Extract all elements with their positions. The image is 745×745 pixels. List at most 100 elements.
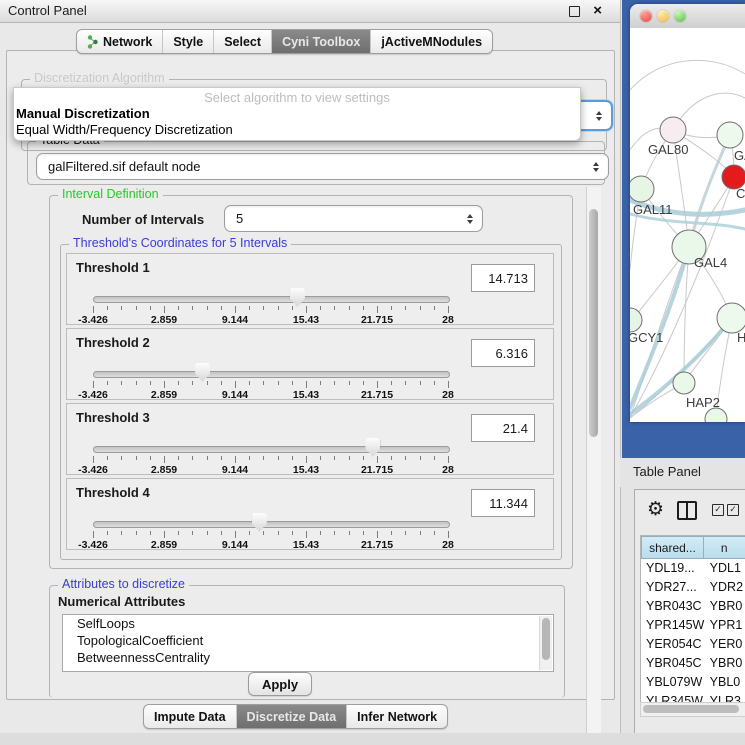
tick-mark [278,456,279,460]
split-view-icon[interactable] [677,501,697,520]
checkbox-icon[interactable]: ✓ [712,504,724,516]
tick-mark [107,381,108,385]
tick-mark [207,306,208,310]
network-node[interactable] [660,117,686,143]
tick-label: 21.715 [361,539,393,551]
dropdown-prompt-option[interactable]: Select algorithm to view settings [14,90,580,106]
slider-track[interactable] [93,521,450,528]
gear-icon[interactable]: ⚙ [647,498,664,521]
tick-mark [107,531,108,535]
network-node[interactable] [717,303,745,333]
network-canvas[interactable]: GAL80 GA C GAL11 GAL4 GCY1 H HAP2 [630,28,745,422]
tick-mark [391,531,392,535]
slider-handle[interactable] [252,513,267,532]
threshold-value-field[interactable]: 6.316 [471,339,535,367]
network-node[interactable] [630,176,654,202]
network-window-titlebar[interactable] [630,4,745,29]
tick-mark [235,306,236,313]
float-window-icon[interactable] [569,6,580,17]
threshold-slider[interactable]: -3.4262.8599.14415.4321.71528 [93,282,448,320]
tab[interactable]: Infer Network [347,705,447,728]
tab[interactable]: Discretize Data [237,705,348,728]
table-row[interactable]: YER054C YER0 [641,635,745,654]
apply-button[interactable]: Apply [248,672,312,696]
tick-label: -3.426 [78,539,108,551]
tick-mark [249,306,250,310]
close-icon[interactable]: × [593,1,602,21]
tick-mark [150,306,151,310]
tick-mark [192,306,193,310]
attributes-list[interactable]: SelfLoopsTopologicalCoefficientBetweenne… [62,614,554,672]
network-window-frame: GAL80 GA C GAL11 GAL4 GCY1 H HAP2 [630,4,745,422]
dropdown-option[interactable]: Equal Width/Frequency Discretization [14,122,580,138]
list-item[interactable]: SelfLoops [63,615,553,632]
tab[interactable]: Style [163,30,214,53]
scrollbar-thumb[interactable] [542,618,550,660]
threshold-value-field[interactable]: 21.4 [471,414,535,442]
slider-track[interactable] [93,296,450,303]
slider-track[interactable] [93,371,450,378]
tick-mark [221,381,222,385]
network-node[interactable] [630,308,642,332]
table-row[interactable]: YPR145W YPR1 [641,616,745,635]
threshold-slider[interactable]: -3.4262.8599.14415.4321.71528 [93,507,448,545]
threshold-slider[interactable]: -3.4262.8599.14415.4321.71528 [93,357,448,395]
tab[interactable]: Cyni Toolbox [272,30,371,53]
scrollbar-thumb[interactable] [589,209,598,437]
tick-label: -3.426 [78,314,108,326]
slider-ticks [93,456,448,463]
tab[interactable]: Network [77,30,163,53]
slider-handle[interactable] [290,288,305,307]
table-row[interactable]: YBR043C YBR0 [641,597,745,616]
slider-track[interactable] [93,446,450,453]
network-node[interactable] [673,372,695,394]
threshold-value-field[interactable]: 11.344 [471,489,535,517]
vertical-scrollbar[interactable] [586,187,601,745]
number-of-intervals-combobox[interactable]: 5 [224,205,483,232]
table-cell: YBR0 [707,654,745,673]
minimize-traffic-light-icon[interactable] [657,10,669,22]
tick-mark [93,531,94,538]
tick-label: 15.43 [293,539,319,551]
dropdown-option[interactable]: Manual Discretization [14,106,580,122]
tick-mark [420,381,421,385]
table-cell: YPR1 [707,616,745,635]
column-header[interactable]: n [704,536,745,559]
table-data-combobox[interactable]: galFiltered.sif default node [36,153,609,180]
scrollbar-thumb[interactable] [643,705,739,713]
threshold-value-field[interactable]: 14.713 [471,264,535,292]
list-item[interactable]: TopologicalCoefficient [63,632,553,649]
tab[interactable]: jActiveMNodules [371,30,492,53]
network-view-window[interactable]: GAL80 GA C GAL11 GAL4 GCY1 H HAP2 [622,0,745,458]
attributes-scrollbar[interactable] [539,616,552,670]
column-header[interactable]: shared... [641,536,704,559]
thresholds-group: Threshold's Coordinates for 5 Intervals … [60,244,562,560]
tab[interactable]: Impute Data [144,705,237,728]
table-row[interactable]: YDL19... YDL1 [641,559,745,578]
network-node[interactable] [705,408,727,422]
table-row[interactable]: YBL079W YBL0 [641,673,745,692]
tick-mark [249,531,250,535]
tick-mark [263,381,264,385]
tick-label: 2.859 [151,464,177,476]
table-row[interactable]: YDR27... YDR2 [641,578,745,597]
table-row[interactable]: YBR045C YBR0 [641,654,745,673]
tick-mark [292,381,293,385]
network-node[interactable] [717,122,743,148]
close-traffic-light-icon[interactable] [640,10,652,22]
tick-mark [164,381,165,388]
horizontal-scrollbar[interactable] [640,702,745,717]
threshold-slider[interactable]: -3.4262.8599.14415.4321.71528 [93,432,448,470]
checkbox-icon[interactable]: ✓ [727,504,739,516]
zoom-traffic-light-icon[interactable] [674,10,686,22]
slider-handle[interactable] [365,438,380,457]
threshold-label: Threshold 2 [76,335,150,350]
numerical-attributes-label: Numerical Attributes [58,594,185,609]
node-table: shared... n YDL19... YDL1 YDR27... YDR2 … [640,535,745,708]
table-cell: YBL079W [641,673,707,692]
tick-mark [178,531,179,535]
tab[interactable]: Select [214,30,272,53]
slider-handle[interactable] [195,363,210,382]
tick-label: 15.43 [293,389,319,401]
list-item[interactable]: BetweennessCentrality [63,649,553,666]
